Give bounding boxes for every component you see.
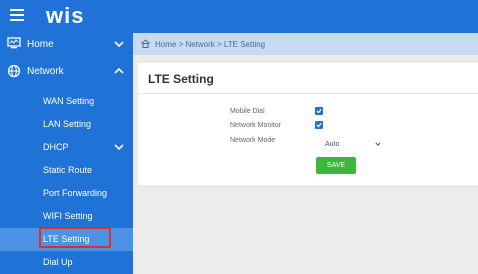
sidebar-item-lan-setting[interactable]: LAN Setting — [0, 113, 133, 136]
page-title: LTE Setting — [148, 72, 214, 86]
sidebar-item-dhcp[interactable]: DHCP — [0, 136, 133, 159]
breadcrumb-text: Home > Network > LTE Setting — [155, 40, 266, 49]
network-mode-label: Network Mode — [230, 137, 276, 144]
network-mode-value: Auto — [325, 141, 340, 148]
network-mode-select[interactable]: Auto — [317, 137, 382, 151]
sidebar-item-label: LTE Setting — [43, 234, 90, 244]
logo: wis — [46, 3, 85, 28]
hamburger-icon[interactable] — [10, 9, 24, 23]
sidebar-item-label: Static Route — [43, 165, 93, 175]
sidebar-item-home[interactable]: Home — [0, 33, 133, 57]
sidebar-item-wifi-setting[interactable]: WIFI Setting — [0, 205, 133, 228]
sidebar-item-label: DHCP — [43, 142, 69, 152]
sidebar-item-network-label: Network — [27, 66, 64, 77]
sidebar-item-home-label: Home — [27, 39, 54, 50]
sidebar-item-label: WIFI Setting — [43, 211, 93, 221]
save-button[interactable]: SAVE — [316, 157, 356, 174]
divider — [138, 93, 478, 94]
sidebar-item-network[interactable]: Network — [0, 60, 133, 84]
chevron-down-icon — [375, 142, 381, 146]
lte-setting-panel: LTE Setting — [138, 63, 478, 185]
monitor-icon — [7, 37, 21, 51]
sidebar-item-static-route[interactable]: Static Route — [0, 159, 133, 182]
chevron-down-icon — [114, 41, 124, 48]
sidebar-item-label: WAN Setting — [43, 96, 95, 106]
globe-icon — [7, 64, 21, 78]
chevron-up-icon — [114, 67, 124, 74]
sidebar-item-port-forwarding[interactable]: Port Forwarding — [0, 182, 133, 205]
chevron-down-icon — [114, 144, 124, 151]
sidebar-item-label: Port Forwarding — [43, 188, 108, 198]
network-monitor-label: Network Monitor — [230, 122, 281, 129]
home-icon[interactable] — [141, 39, 150, 50]
breadcrumb: Home > Network > LTE Setting — [133, 33, 478, 55]
sidebar-item-wan-setting[interactable]: WAN Setting — [0, 90, 133, 113]
sidebar-item-dial-up[interactable]: Dial Up — [0, 251, 133, 274]
network-monitor-checkbox[interactable] — [315, 121, 323, 129]
top-bar: wis — [0, 0, 478, 33]
sidebar-item-lte-setting[interactable]: LTE Setting — [0, 227, 133, 251]
mobile-dial-checkbox[interactable] — [315, 107, 323, 115]
sidebar: Home Network WAN Setting LAN Setting DHC… — [0, 33, 133, 274]
sidebar-item-label: LAN Setting — [43, 119, 92, 129]
mobile-dial-label: Mobile Dial — [230, 108, 265, 115]
sidebar-item-label: Dial Up — [43, 257, 73, 267]
